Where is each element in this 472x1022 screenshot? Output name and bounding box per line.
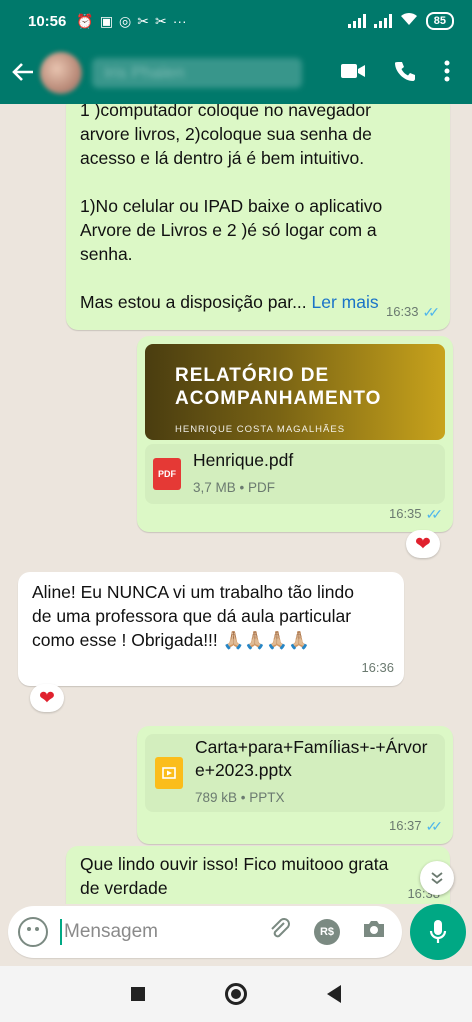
- capcut-icon-2: ✂: [155, 12, 167, 29]
- document-file-row[interactable]: Carta+para+Famílias+-+Árvor e+2023.pptx …: [145, 734, 445, 812]
- message-time: 16:37: [388, 818, 422, 833]
- header-actions: [340, 60, 450, 87]
- message-text: Aline! Eu NUNCA vi um trabalho tão lindo…: [32, 582, 354, 650]
- capcut-icon: ✂: [137, 12, 149, 29]
- status-time: 10:56: [28, 12, 67, 30]
- arrow-left-icon[interactable]: [6, 58, 40, 89]
- message-text: 1 )computador coloque no navegador arvor…: [80, 104, 440, 314]
- document-file-row[interactable]: PDF Henrique.pdf 3,7 MB • PDF: [145, 444, 445, 504]
- more-vert-icon[interactable]: [444, 60, 450, 87]
- payment-icon[interactable]: R$: [314, 919, 340, 945]
- document-message-pptx[interactable]: Carta+para+Famílias+-+Árvor e+2023.pptx …: [137, 726, 453, 844]
- status-bar: 10:56 ⏰ ▣ ◎ ✂ ✂ ··· 85: [0, 0, 472, 42]
- home-icon[interactable]: [225, 983, 247, 1005]
- attach-icon[interactable]: [268, 917, 292, 947]
- battery-indicator: 85: [425, 12, 454, 30]
- notification-icons: ⏰ ▣ ◎ ✂ ✂ ···: [76, 13, 186, 30]
- double-check-icon: ✓✓: [425, 506, 444, 522]
- phone-icon[interactable]: [394, 60, 416, 87]
- wifi-icon: [400, 12, 418, 30]
- document-preview[interactable]: RELATÓRIO DE ACOMPANHAMENTO HENRIQUE COS…: [145, 344, 445, 440]
- input-actions: R$: [268, 917, 386, 947]
- double-check-icon: ✓✓: [422, 304, 441, 320]
- microphone-icon: [429, 920, 447, 943]
- message-time: 16:36: [361, 660, 394, 675]
- pdf-file-icon: PDF: [153, 458, 181, 490]
- message-input[interactable]: [64, 921, 244, 943]
- read-more-link[interactable]: Ler mais: [312, 292, 379, 312]
- heart-reaction-icon[interactable]: ❤: [406, 530, 440, 558]
- file-info: 3,7 MB • PDF: [193, 479, 275, 495]
- message-bubble-outgoing[interactable]: Que lindo ouvir isso! Fico muitooo grata…: [66, 846, 450, 904]
- file-name: Carta+para+Famílias+-+Árvor e+2023.pptx: [195, 737, 428, 780]
- emoji-icon[interactable]: [18, 917, 48, 947]
- message-input-bar: R$: [8, 906, 402, 958]
- chat-area[interactable]: 1 )computador coloque no navegador arvor…: [0, 104, 472, 904]
- double-check-icon: ✓✓: [425, 818, 444, 834]
- file-name: Henrique.pdf: [193, 449, 294, 470]
- signal-icon: [347, 14, 366, 28]
- message-bubble-incoming[interactable]: Aline! Eu NUNCA vi um trabalho tão lindo…: [18, 572, 404, 686]
- signal-icon-2: [373, 14, 392, 28]
- message-bubble-outgoing[interactable]: 1 )computador coloque no navegador arvor…: [66, 104, 450, 330]
- file-info: 789 kB • PPTX: [195, 790, 285, 805]
- message-time: 16:33: [385, 304, 419, 319]
- back-icon[interactable]: [327, 985, 341, 1003]
- document-message-pdf[interactable]: RELATÓRIO DE ACOMPANHAMENTO HENRIQUE COS…: [137, 336, 453, 532]
- message-meta: 16:35 ✓✓: [389, 502, 443, 526]
- system-navigation-bar: [0, 966, 472, 1022]
- heart-reaction-icon[interactable]: ❤: [30, 684, 64, 712]
- preview-subtitle: HENRIQUE COSTA MAGALHÃES: [175, 424, 346, 435]
- calendar-icon: ▣: [99, 12, 114, 29]
- camera-icon[interactable]: [362, 919, 386, 945]
- presentation-file-icon: [155, 757, 183, 789]
- scroll-to-bottom-button[interactable]: [420, 861, 454, 895]
- message-meta: 16:37 ✓✓: [389, 814, 443, 838]
- more-notifications-icon: ···: [172, 13, 187, 29]
- recent-apps-icon[interactable]: [131, 987, 145, 1001]
- message-body: 1 )computador coloque no navegador arvor…: [80, 104, 383, 312]
- message-time: 16:35: [388, 506, 422, 521]
- microphone-button[interactable]: [410, 904, 466, 960]
- alarm-icon: ⏰: [76, 12, 94, 29]
- message-text: Que lindo ouvir isso! Fico muitooo grata…: [80, 854, 389, 898]
- contact-avatar[interactable]: [40, 52, 82, 94]
- message-meta: 16:33 ✓✓: [386, 300, 440, 324]
- preview-title: RELATÓRIO DE ACOMPANHAMENTO: [175, 365, 382, 409]
- chat-header: Iris Phalen: [0, 42, 472, 104]
- system-icons: 85: [347, 12, 454, 30]
- instagram-icon: ◎: [119, 12, 132, 29]
- video-call-icon[interactable]: [340, 62, 366, 85]
- chevron-double-down-icon: [431, 872, 443, 885]
- message-meta: 16:36: [361, 656, 394, 680]
- text-caret: [60, 919, 62, 945]
- contact-name[interactable]: Iris Phalen: [92, 58, 302, 88]
